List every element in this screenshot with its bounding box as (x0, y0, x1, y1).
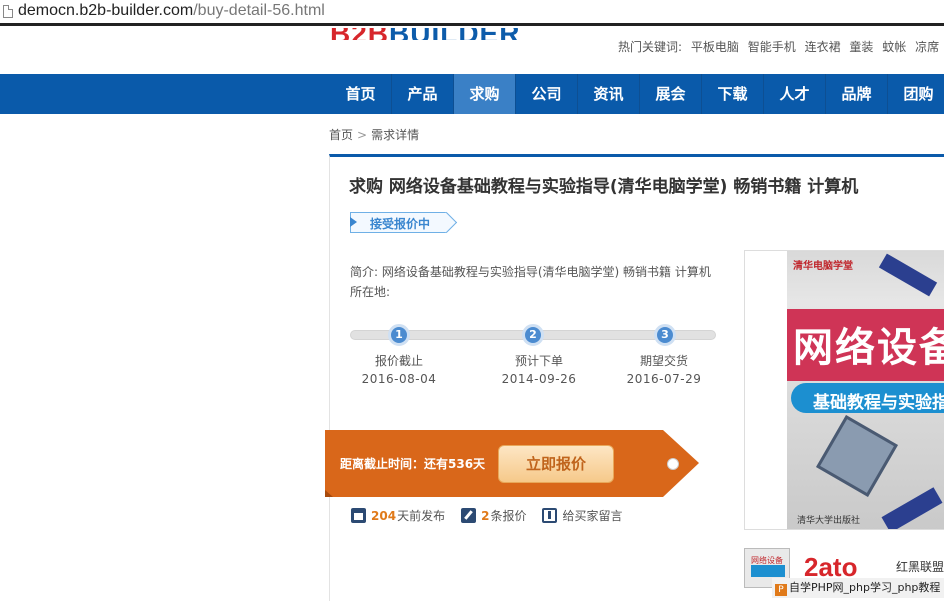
cover-title: 网络设备 (793, 325, 944, 371)
hot-keyword-link[interactable]: 凉席 (915, 40, 939, 54)
hot-keyword-link[interactable]: 童装 (849, 40, 873, 54)
quote-count-number: 2 (481, 508, 490, 523)
hot-keyword-link[interactable]: 连衣裙 (805, 40, 841, 54)
logo-part1: B2B (330, 28, 389, 40)
url-host: democn.b2b-builder.com (18, 2, 194, 19)
site-logo[interactable]: B2BBUILDER (330, 28, 520, 40)
location-label: 所在地: (350, 285, 391, 299)
step-date-1: 2016-08-04 (361, 372, 437, 386)
intro-block: 简介: 网络设备基础教程与实验指导(清华电脑学堂) 畅销书籍 计算机 所在地: (350, 262, 711, 302)
satellite-panel-bottom (881, 487, 943, 529)
url-text[interactable]: democn.b2b-builder.com/buy-detail-56.htm… (18, 2, 325, 20)
tag-hole-icon (667, 458, 679, 470)
address-bar[interactable]: democn.b2b-builder.com/buy-detail-56.htm… (0, 0, 944, 26)
status-badge-text: 接受报价中 (370, 217, 431, 231)
nav-item-jobs[interactable]: 人才 (764, 74, 826, 114)
nav-item-buy[interactable]: 求购 (454, 74, 516, 114)
intro-value: 网络设备基础教程与实验指导(清华电脑学堂) 畅销书籍 计算机 (381, 265, 711, 279)
main-nav: 首页 产品 求购 公司 资讯 展会 下载 人才 品牌 团购 (0, 74, 944, 114)
cover-subtitle: 基础教程与实验指导 (813, 393, 944, 413)
status-badge-pointer-icon (350, 217, 357, 227)
logo-part2: BUILDER (389, 28, 520, 40)
page-icon (3, 5, 13, 18)
nav-item-expo[interactable]: 展会 (640, 74, 702, 114)
message-buyer-link[interactable]: 给买家留言 (542, 507, 622, 524)
hot-keywords-label: 热门关键词: (618, 40, 683, 54)
step-date-3: 2016-07-29 (626, 372, 702, 386)
quote-count: 2 条报价 (461, 507, 526, 524)
quote-now-button[interactable]: 立即报价 (498, 445, 614, 483)
hot-keyword-link[interactable]: 蚊帐 (882, 40, 906, 54)
satellite-graphic (816, 415, 898, 497)
published-days-count: 204 (371, 508, 397, 523)
nav-item-download[interactable]: 下载 (702, 74, 764, 114)
breadcrumb-current: 需求详情 (371, 128, 420, 142)
step-date-2: 2014-09-26 (501, 372, 577, 386)
watermark-text: 自学PHP网_php学习_php教程 (789, 581, 941, 594)
thumbnail-band (751, 565, 785, 577)
nav-item-home[interactable]: 首页 (330, 74, 392, 114)
nav-item-groupbuy[interactable]: 团购 (888, 74, 944, 114)
nav-item-products[interactable]: 产品 (392, 74, 454, 114)
step-label-3: 期望交货 (639, 354, 688, 368)
url-path: /buy-detail-56.html (193, 2, 325, 19)
breadcrumb-separator: > (357, 128, 368, 142)
countdown-banner: 距离截止时间：还有536天 立即报价 (325, 430, 699, 497)
cover-publisher: 清华电脑学堂 (793, 261, 853, 272)
nav-item-company[interactable]: 公司 (516, 74, 578, 114)
watermark: P 自学PHP网_php学习_php教程 (772, 578, 944, 598)
calendar-icon (351, 508, 366, 523)
published-days-suffix: 天前发布 (397, 509, 446, 523)
page-title: 求购 网络设备基础教程与实验指导(清华电脑学堂) 畅销书籍 计算机 (349, 177, 859, 197)
step-marker-3: 3 (654, 324, 676, 346)
step-label-1: 报价截止 (374, 354, 423, 368)
watermark-p-icon: P (775, 584, 787, 596)
satellite-panel-top (878, 253, 938, 297)
message-buyer-label: 给买家留言 (562, 509, 623, 523)
published-days: 204 天前发布 (351, 507, 445, 524)
hot-keywords: 热门关键词: 平板电脑 智能手机 连衣裙 童装 蚊帐 凉席 (618, 38, 939, 55)
nav-item-news[interactable]: 资讯 (578, 74, 640, 114)
hot-keyword-link[interactable]: 平板电脑 (691, 40, 739, 54)
step-marker-1: 1 (388, 324, 410, 346)
stats-row: 204 天前发布 2 条报价 给买家留言 (351, 507, 638, 524)
book-cover: 清华电脑学堂 网络设备 基础教程与实验指导 清华大学出版社 (787, 251, 944, 529)
step-label-2: 预计下单 (514, 354, 563, 368)
brand-label: 红黑联盟 (896, 560, 944, 574)
breadcrumb: 首页 > 需求详情 (329, 126, 419, 143)
product-image[interactable]: 清华电脑学堂 网络设备 基础教程与实验指导 清华大学出版社 (744, 250, 944, 530)
nav-item-brand[interactable]: 品牌 (826, 74, 888, 114)
pencil-icon (461, 508, 477, 523)
message-icon (542, 508, 558, 523)
hot-keyword-link[interactable]: 智能手机 (748, 40, 796, 54)
intro-label: 简介: (350, 265, 379, 279)
cover-bottom-text: 清华大学出版社 (797, 516, 861, 526)
quote-count-suffix: 条报价 (490, 509, 527, 523)
location-line: 所在地: (350, 282, 711, 302)
status-badge: 接受报价中 (350, 211, 458, 234)
breadcrumb-home[interactable]: 首页 (329, 128, 353, 142)
countdown-text: 距离截止时间：还有536天 (340, 457, 486, 471)
intro-line: 简介: 网络设备基础教程与实验指导(清华电脑学堂) 畅销书籍 计算机 (350, 262, 711, 282)
step-marker-2: 2 (522, 324, 544, 346)
